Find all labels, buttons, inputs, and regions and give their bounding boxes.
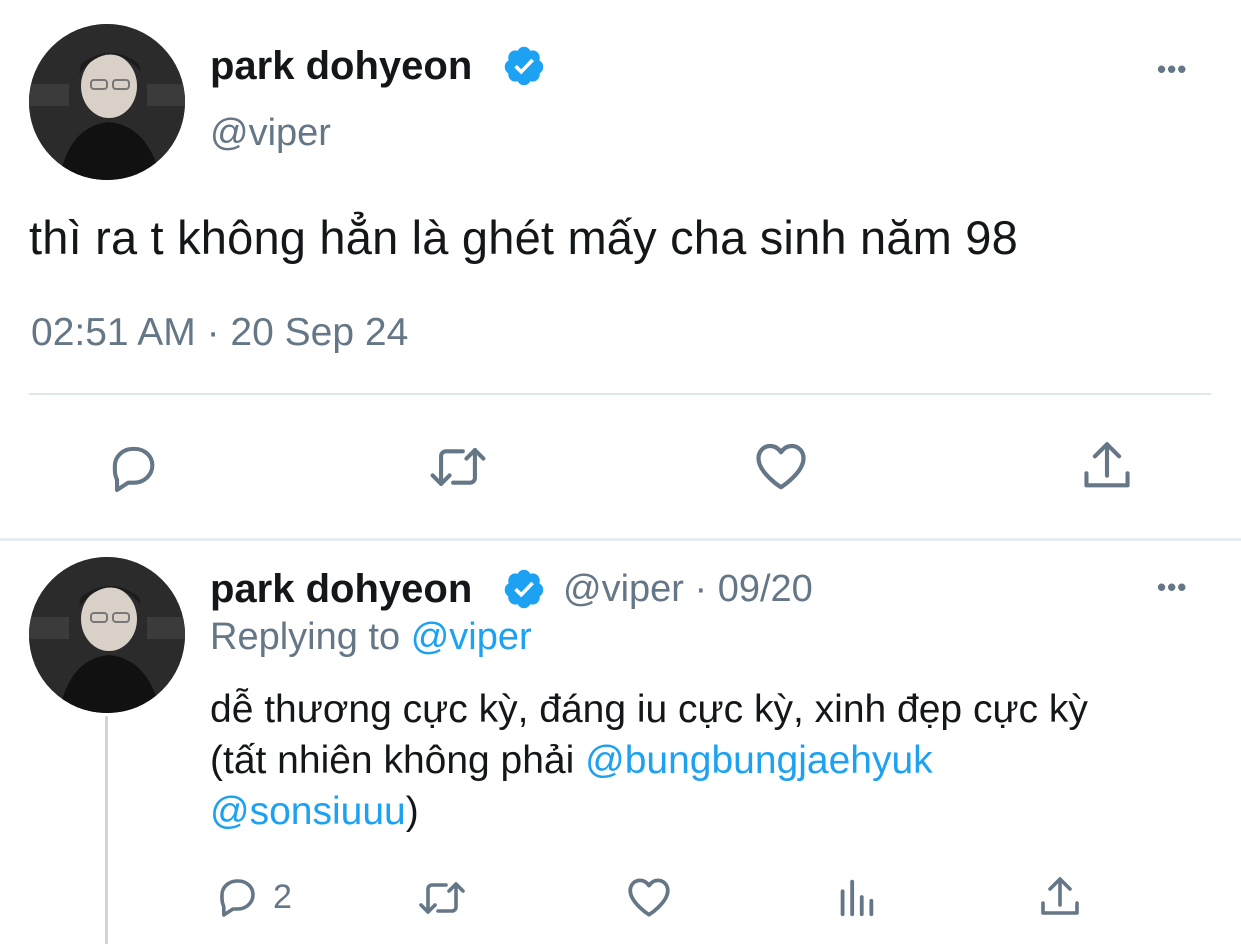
reply-author-avatar[interactable] bbox=[29, 557, 185, 713]
retweet-icon[interactable] bbox=[414, 874, 470, 922]
reply-text-line3: @sonsiuuu) bbox=[210, 786, 1220, 837]
reply-count: 2 bbox=[273, 878, 292, 916]
tweet-text: thì ra t không hẳn là ghét mấy cha sinh … bbox=[29, 211, 1018, 264]
avatar-photo bbox=[29, 557, 185, 713]
replying-to-line: Replying to @viper bbox=[210, 616, 532, 659]
reply-text-line2: (tất nhiên không phải @bungbungjaehyuk bbox=[210, 735, 1220, 786]
reply-icon[interactable] bbox=[213, 872, 261, 920]
mention-link[interactable]: @sonsiuuu bbox=[210, 790, 406, 833]
more-options-icon[interactable]: ••• bbox=[1157, 54, 1187, 85]
verified-badge-icon bbox=[502, 44, 546, 88]
author-avatar[interactable] bbox=[29, 24, 185, 180]
share-icon[interactable] bbox=[1036, 872, 1084, 922]
reply-handle-text[interactable]: @viper bbox=[563, 568, 684, 610]
section-separator bbox=[0, 538, 1241, 541]
share-icon[interactable] bbox=[1078, 436, 1136, 496]
reply-author-name[interactable]: park dohyeon bbox=[210, 567, 472, 612]
replying-to-label: Replying to bbox=[210, 616, 401, 658]
thread-line bbox=[105, 716, 108, 944]
reply-icon[interactable] bbox=[104, 438, 162, 496]
more-options-icon[interactable]: ••• bbox=[1157, 572, 1187, 603]
divider bbox=[29, 393, 1211, 395]
like-icon[interactable] bbox=[751, 436, 811, 496]
like-icon[interactable] bbox=[624, 872, 674, 922]
author-name[interactable]: park dohyeon bbox=[210, 44, 472, 89]
mention-link[interactable]: @bungbungjaehyuk bbox=[585, 739, 933, 782]
tweet-timestamp[interactable]: 02:51 AM · 20 Sep 24 bbox=[31, 311, 408, 355]
analytics-icon[interactable] bbox=[833, 874, 879, 920]
retweet-icon[interactable] bbox=[425, 438, 491, 496]
reply-date[interactable]: · 09/20 bbox=[695, 568, 813, 610]
avatar-photo bbox=[29, 24, 185, 180]
reply-author-handle[interactable]: @viper · 09/20 bbox=[563, 568, 813, 611]
reply-text-segment: ) bbox=[405, 790, 419, 833]
verified-badge-icon bbox=[502, 567, 546, 611]
author-handle[interactable]: @viper bbox=[210, 112, 331, 155]
reply-text-line1: dễ thương cực kỳ, đáng iu cực kỳ, xinh đ… bbox=[210, 688, 1088, 731]
reply-text-segment: (tất nhiên không phải bbox=[210, 739, 586, 782]
replying-to-mention[interactable]: @viper bbox=[411, 616, 532, 658]
reply-text: dễ thương cực kỳ, đáng iu cực kỳ, xinh đ… bbox=[210, 684, 1220, 837]
